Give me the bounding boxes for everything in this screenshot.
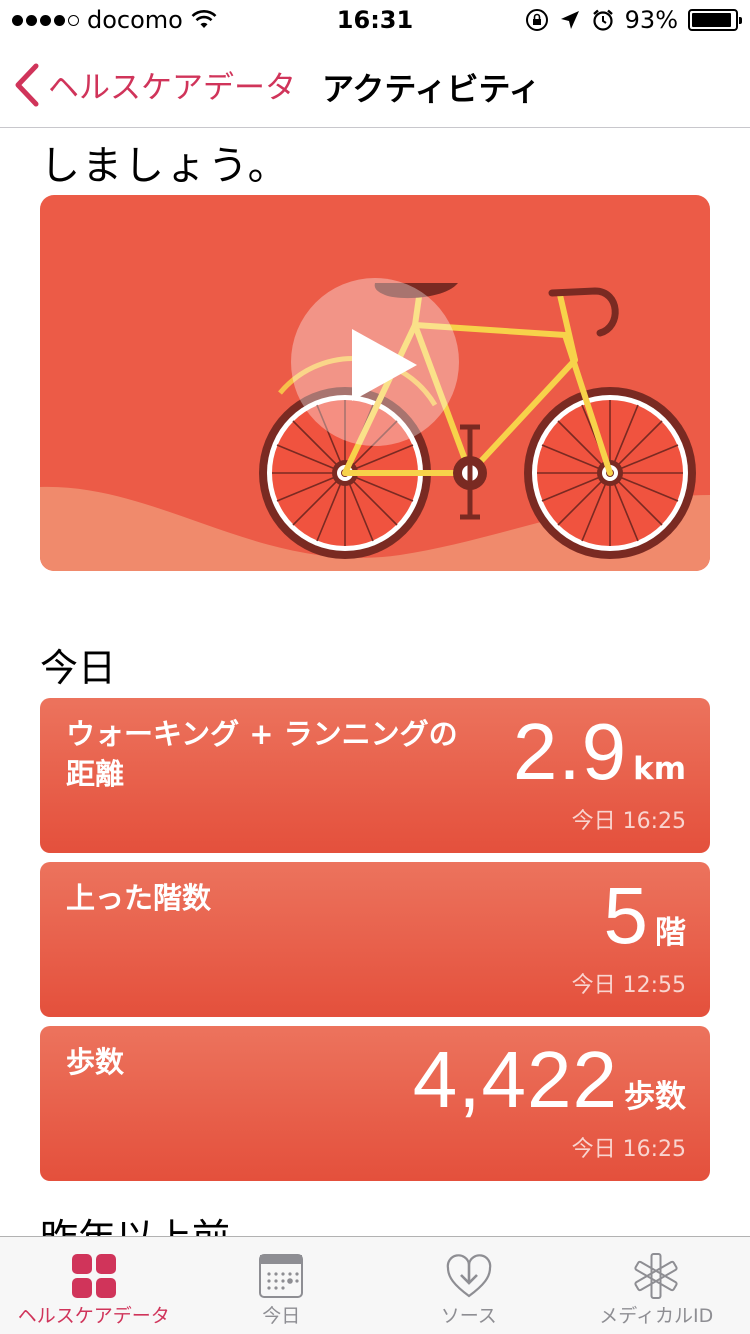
- back-button[interactable]: ヘルスケアデータ: [14, 62, 296, 107]
- navigation-bar: ヘルスケアデータ アクティビティ: [0, 40, 750, 128]
- metric-timestamp: 今日 16:25: [571, 1137, 686, 1162]
- tab-label: 今日: [262, 1305, 301, 1327]
- calendar-icon: [259, 1254, 304, 1298]
- metric-value: 2.9: [512, 707, 628, 796]
- content-scroll[interactable]: しましょう。 今日 ウォーキング + ランニングの距離 2.9 km 今日 16…: [0, 129, 750, 1236]
- tab-label: ソース: [440, 1305, 497, 1327]
- steps-card[interactable]: 歩数 4,422 歩数 今日 16:25: [40, 1026, 710, 1181]
- health-data-grid-icon: [71, 1254, 116, 1298]
- battery-icon: [688, 9, 742, 31]
- walking-running-distance-card[interactable]: ウォーキング + ランニングの距離 2.9 km 今日 16:25: [40, 698, 710, 853]
- section-header-last-year: 昨年以上前: [40, 1207, 230, 1236]
- medical-id-icon: [634, 1253, 678, 1299]
- flights-climbed-card[interactable]: 上った階数 5 階 今日 12:55: [40, 862, 710, 1017]
- metric-value: 5: [603, 871, 649, 960]
- rotation-lock-icon: [525, 9, 548, 31]
- play-icon[interactable]: [291, 278, 459, 446]
- back-button-label: ヘルスケアデータ: [48, 70, 296, 106]
- metric-label: 歩数: [66, 1045, 125, 1079]
- metric-label: 上った階数: [66, 881, 212, 915]
- battery-fill: [692, 13, 732, 27]
- signal-strength-icon: [12, 14, 79, 26]
- alarm-icon: [592, 9, 613, 31]
- bicycle-illustration: [40, 278, 710, 571]
- page-title: アクティビティ: [322, 70, 541, 108]
- metric-timestamp: 今日 12:55: [571, 973, 686, 998]
- intro-text: しましょう。: [40, 143, 290, 189]
- tab-medical-id[interactable]: メディカルID: [563, 1237, 750, 1334]
- metric-unit: 階: [655, 915, 686, 951]
- sources-heart-icon: [446, 1254, 492, 1298]
- status-left: docomo: [12, 6, 217, 34]
- carrier-name: docomo: [87, 6, 183, 34]
- tab-sources[interactable]: ソース: [375, 1237, 563, 1334]
- metric-value-group: 4,422 歩数: [413, 1034, 686, 1126]
- battery-percent: 93%: [624, 6, 678, 34]
- tab-today[interactable]: 今日: [188, 1237, 376, 1334]
- wifi-icon: [191, 10, 217, 28]
- metric-timestamp: 今日 16:25: [571, 809, 686, 834]
- chevron-left-icon: [15, 63, 39, 106]
- tab-label: ヘルスケアデータ: [17, 1305, 170, 1327]
- tab-health-data[interactable]: ヘルスケアデータ: [0, 1237, 188, 1334]
- metric-value-group: 2.9 km: [513, 706, 686, 798]
- status-right: 93%: [525, 6, 742, 34]
- metric-label: ウォーキング + ランニングの距離: [66, 717, 458, 791]
- location-arrow-icon: [560, 11, 579, 29]
- section-header-today: 今日: [40, 646, 117, 690]
- tab-bar: ヘルスケアデータ 今日 ソース メディカルID: [0, 1236, 750, 1334]
- status-bar: docomo 16:31 93%: [0, 0, 750, 40]
- metric-unit: 歩数: [624, 1079, 686, 1115]
- metric-value-group: 5 階: [604, 870, 687, 962]
- activity-video-card[interactable]: [40, 195, 710, 571]
- metric-unit: km: [633, 751, 686, 787]
- metric-value: 4,422: [412, 1035, 618, 1124]
- tab-label: メディカルID: [599, 1305, 714, 1327]
